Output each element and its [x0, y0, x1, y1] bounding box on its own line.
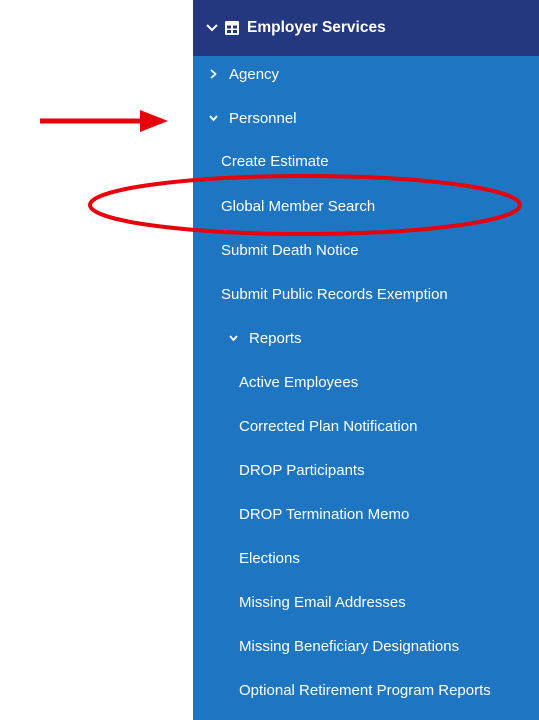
sidebar-item-label: DROP Termination Memo	[239, 505, 410, 523]
sidebar-item-personnel[interactable]: Personnel	[193, 100, 297, 136]
sidebar-item-label: Agency	[229, 65, 280, 83]
sidebar-item-optional-retirement-program-reports[interactable]: Optional Retirement Program Reports	[193, 672, 491, 708]
sidebar-nav: Employer Services Agency Personnel Creat…	[193, 0, 539, 720]
sidebar-item-label: DROP Participants	[239, 461, 365, 479]
sidebar-item-drop-termination-memo[interactable]: DROP Termination Memo	[193, 496, 409, 532]
sidebar-item-label: Missing Beneficiary Designations	[239, 637, 460, 655]
sidebar-item-label: Personnel	[229, 109, 297, 127]
red-annotation-arrow	[40, 110, 168, 132]
sidebar-item-reports[interactable]: Reports	[193, 320, 302, 356]
sidebar-item-label: Corrected Plan Notification	[239, 417, 418, 435]
sidebar-item-label: Create Estimate	[221, 152, 329, 170]
sidebar-item-label: Submit Public Records Exemption	[221, 285, 448, 303]
sidebar-item-missing-email-addresses[interactable]: Missing Email Addresses	[193, 584, 406, 620]
sidebar-item-corrected-plan-notification[interactable]: Corrected Plan Notification	[193, 408, 417, 444]
employer-services-header[interactable]: Employer Services	[193, 0, 539, 56]
sidebar-item-submit-public-records-exemption[interactable]: Submit Public Records Exemption	[193, 276, 448, 312]
sidebar-item-global-member-search[interactable]: Global Member Search	[193, 188, 375, 224]
sidebar-item-label: Missing Email Addresses	[239, 593, 406, 611]
chevron-right-icon	[207, 69, 219, 79]
sidebar-item-label: Elections	[239, 549, 300, 567]
sidebar-item-label: Submit Death Notice	[221, 241, 359, 259]
sidebar-item-create-estimate[interactable]: Create Estimate	[193, 143, 329, 179]
chevron-down-icon	[205, 24, 219, 32]
sidebar-item-label: Global Member Search	[221, 197, 376, 215]
chevron-down-icon	[227, 334, 239, 342]
sidebar-item-elections[interactable]: Elections	[193, 540, 300, 576]
sidebar-item-drop-participants[interactable]: DROP Participants	[193, 452, 365, 488]
sidebar-item-agency[interactable]: Agency	[193, 56, 279, 92]
table-grid-icon	[225, 21, 239, 35]
sidebar-item-submit-death-notice[interactable]: Submit Death Notice	[193, 232, 359, 268]
sidebar-item-label: Reports	[249, 329, 302, 347]
sidebar-item-label: Active Employees	[239, 373, 359, 391]
chevron-down-icon	[207, 114, 219, 122]
sidebar-item-missing-beneficiary-designations[interactable]: Missing Beneficiary Designations	[193, 628, 459, 664]
screenshot-stage: Employer Services Agency Personnel Creat…	[0, 0, 539, 720]
header-title: Employer Services	[247, 19, 386, 36]
sidebar-item-active-employees[interactable]: Active Employees	[193, 364, 358, 400]
sidebar-item-label: Optional Retirement Program Reports	[239, 681, 491, 699]
